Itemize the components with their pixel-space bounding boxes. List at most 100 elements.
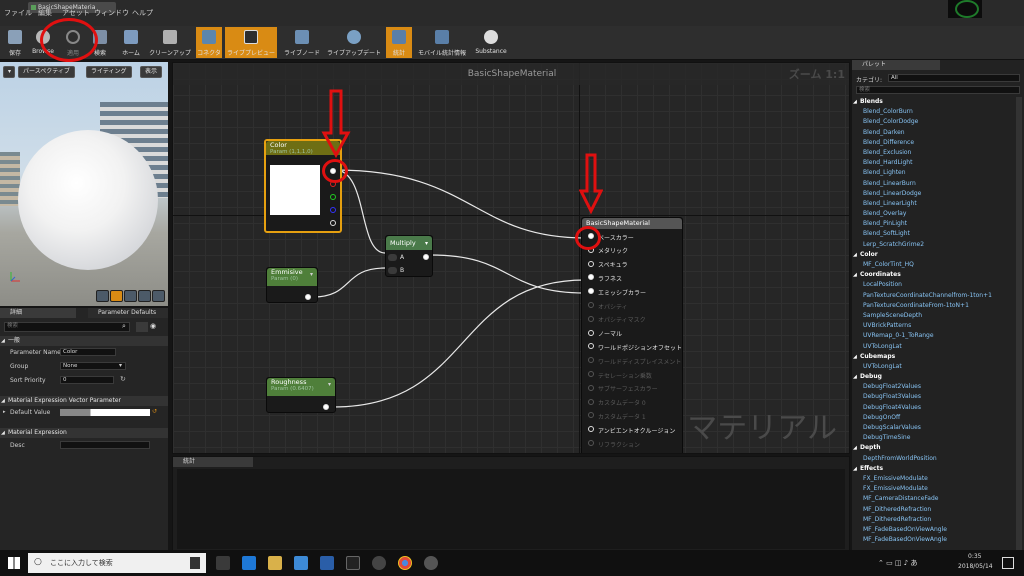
eye-icon[interactable]: ◉ <box>150 322 164 332</box>
palette-item[interactable]: MF_DitheredRefraction <box>852 505 1024 515</box>
palette-item[interactable]: PanTextureCoordinateFrom-1toN+1 <box>852 301 1024 311</box>
multiply-node[interactable]: Multiply ▾ A B <box>385 235 433 277</box>
output-pin-a[interactable] <box>330 220 336 226</box>
palette-item[interactable]: DebugScalarValues <box>852 423 1024 433</box>
section-material-expression[interactable]: Material Expression <box>0 428 168 438</box>
viewport-menu-button[interactable]: ▾ <box>3 66 15 78</box>
mail-icon[interactable] <box>320 556 334 570</box>
menu-file[interactable]: ファイル <box>4 8 32 18</box>
palette-item[interactable]: UVBrickPatterns <box>852 321 1024 331</box>
unreal-editor-icon[interactable] <box>424 556 438 570</box>
material-result-node[interactable]: BasicShapeMaterial ベースカラー メタリック スペキュラ ラフネスエ… <box>581 217 683 453</box>
palette-item[interactable]: FX_EmissiveModulate <box>852 484 1024 494</box>
live-update-button[interactable]: ライブアップデート <box>326 27 382 58</box>
tab-stats[interactable]: 統計 <box>173 457 253 467</box>
palette-item[interactable]: Blend_PinLight <box>852 219 1024 229</box>
task-view-icon[interactable] <box>216 556 230 570</box>
input-pin[interactable] <box>588 343 594 350</box>
input-pin[interactable] <box>588 302 594 308</box>
palette-category[interactable]: Color <box>852 250 1024 260</box>
cube-preview-button[interactable] <box>138 290 151 302</box>
input-pin[interactable] <box>588 440 594 446</box>
perspective-button[interactable]: パースペクティブ <box>18 66 75 78</box>
palette-item[interactable]: UVToLongLat <box>852 342 1024 352</box>
palette-item[interactable]: MF_FadeBasedOnViewAngle <box>852 525 1024 535</box>
system-tray-icons[interactable]: ⌃ ▭ ◫ ♪ あ <box>878 558 948 568</box>
palette-item[interactable]: DebugFloat3Values <box>852 392 1024 402</box>
cylinder-preview-button[interactable] <box>96 290 109 302</box>
chrome-icon[interactable] <box>398 556 412 570</box>
lighting-button[interactable]: ライティング <box>86 66 132 78</box>
live-nodes-button[interactable]: ライブノード <box>280 27 324 58</box>
palette-search-input[interactable]: 検索 <box>856 86 1020 94</box>
palette-category[interactable]: Depth <box>852 443 1024 453</box>
palette-category[interactable]: Coordinates <box>852 270 1024 280</box>
input-pin[interactable] <box>588 329 594 336</box>
output-pin-b[interactable] <box>330 207 336 213</box>
palette-item[interactable]: PanTextureCoordinateChannelfrom-1ton+1 <box>852 291 1024 301</box>
group-dropdown[interactable]: None <box>60 362 126 370</box>
palette-item[interactable]: Blend_Darken <box>852 128 1024 138</box>
palette-item[interactable]: Blend_Exclusion <box>852 148 1024 158</box>
input-pin-b[interactable] <box>388 267 397 274</box>
epic-launcher-icon[interactable] <box>346 556 360 570</box>
palette-item[interactable]: Blend_HardLight <box>852 158 1024 168</box>
mobile-stats-button[interactable]: モバイル統計情報 <box>414 27 470 58</box>
home-button[interactable]: ホーム <box>116 27 146 58</box>
menu-edit[interactable]: 編集 <box>38 8 52 18</box>
palette-item[interactable]: UVToLongLat <box>852 362 1024 372</box>
palette-item[interactable]: SampleSceneDepth <box>852 311 1024 321</box>
cleanup-button[interactable]: クリーンアップ <box>146 27 194 58</box>
connectors-toggle[interactable]: コネクタ <box>196 27 222 58</box>
menu-asset[interactable]: アセット <box>62 8 90 18</box>
palette-item[interactable]: Blend_Lighten <box>852 168 1024 178</box>
palette-item[interactable]: DebugFloat2Values <box>852 382 1024 392</box>
live-preview-toggle[interactable]: ライブプレビュー <box>225 27 277 58</box>
roughness-parameter-node[interactable]: Roughness Param (0.6407) ▾ <box>266 377 336 413</box>
palette-item[interactable]: Blend_LinearBurn <box>852 179 1024 189</box>
show-button[interactable]: 表示 <box>140 66 163 78</box>
palette-item[interactable]: DebugOnOff <box>852 413 1024 423</box>
input-pin[interactable] <box>588 398 594 405</box>
collapse-arrow-icon[interactable]: ▾ <box>328 381 331 388</box>
palette-item[interactable]: MF_FadeBasedOnViewAngle <box>852 535 1024 545</box>
palette-item[interactable]: Blend_LinearLight <box>852 199 1024 209</box>
output-pin-g[interactable] <box>330 194 336 200</box>
menu-window[interactable]: ウィンドウ <box>94 8 129 18</box>
palette-item[interactable]: MF_ColorTint_HQ <box>852 260 1024 270</box>
grid-view-icon[interactable] <box>136 322 148 332</box>
palette-item[interactable]: Blend_Difference <box>852 138 1024 148</box>
menu-help[interactable]: ヘルプ <box>132 8 153 18</box>
input-pin-a[interactable] <box>388 254 397 261</box>
folder-icon[interactable] <box>268 556 282 570</box>
palette-item[interactable]: Blend_ColorDodge <box>852 117 1024 127</box>
palette-item[interactable]: DepthFromWorldPosition <box>852 454 1024 464</box>
stats-toggle[interactable]: 統計 <box>386 27 412 58</box>
save-button[interactable]: 保存 <box>2 27 28 58</box>
substance-button[interactable]: Substance <box>472 27 510 58</box>
emissive-parameter-node[interactable]: Emmisive Param (0) ▾ <box>266 267 318 303</box>
edge-icon[interactable] <box>242 556 256 570</box>
store-icon[interactable] <box>294 556 308 570</box>
palette-item[interactable]: MF_CameraDistanceFade <box>852 494 1024 504</box>
palette-item[interactable]: MF_DitheredRefraction <box>852 515 1024 525</box>
category-dropdown[interactable]: All <box>888 74 1020 82</box>
palette-category[interactable]: Debug <box>852 372 1024 382</box>
palette-item[interactable]: Blend_ColorBurn <box>852 107 1024 117</box>
palette-item[interactable]: DebugFloat4Values <box>852 403 1024 413</box>
palette-item[interactable]: Blend_Overlay <box>852 209 1024 219</box>
section-general[interactable]: 一般 <box>0 336 168 346</box>
palette-category[interactable]: Cubemaps <box>852 352 1024 362</box>
reset-arrow-icon[interactable]: ↻ <box>120 375 126 383</box>
output-pin[interactable] <box>305 294 311 300</box>
palette-category[interactable]: Blends <box>852 97 1024 107</box>
tab-parameter-defaults[interactable]: Parameter Defaults <box>88 308 168 318</box>
sort-priority-input[interactable]: 0 <box>60 376 114 384</box>
default-value-color-swatch[interactable] <box>60 409 150 416</box>
input-pin[interactable] <box>588 384 594 391</box>
input-pin[interactable] <box>588 371 594 377</box>
palette-item[interactable]: Blend_SoftLight <box>852 229 1024 239</box>
param-name-input[interactable]: Color <box>60 348 116 356</box>
output-pin[interactable] <box>323 404 329 410</box>
section-vector-parameter[interactable]: Material Expression Vector Parameter <box>0 396 168 406</box>
